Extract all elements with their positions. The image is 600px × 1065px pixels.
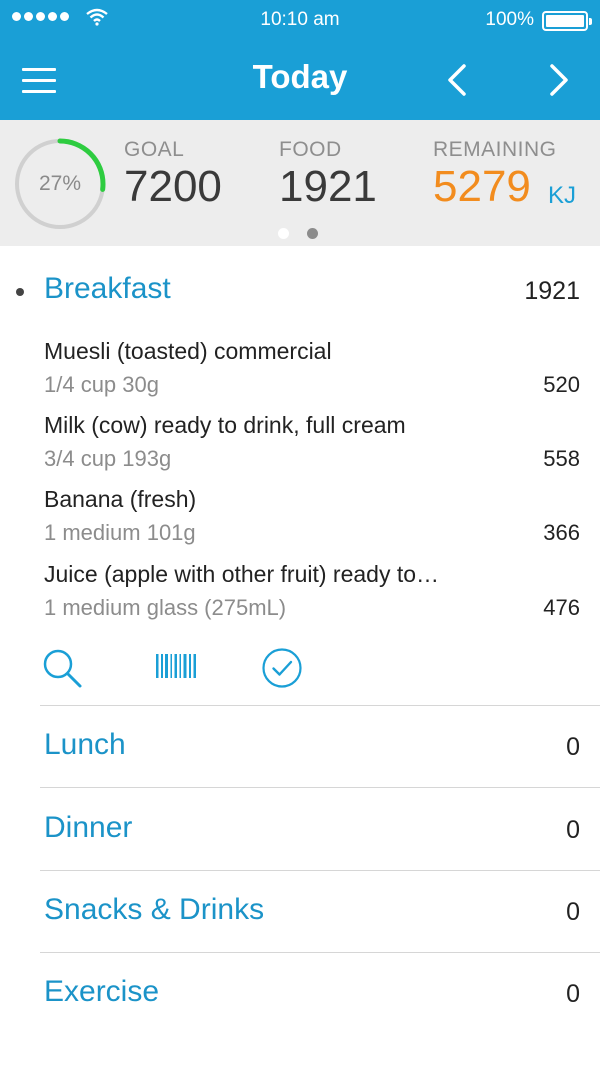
food-quantity: 1 medium glass (275mL) xyxy=(44,595,287,620)
food-name: Milk (cow) ready to drink, full cream xyxy=(44,412,406,438)
page-title: Today xyxy=(252,58,348,95)
meal-name: Breakfast xyxy=(44,272,171,305)
divider xyxy=(40,952,600,953)
meal-row-dinner[interactable]: Dinner 0 xyxy=(44,811,584,851)
food-quantity: 3/4 cup 193g xyxy=(44,446,172,471)
meal-row-exercise[interactable]: Exercise 0 xyxy=(44,975,584,1015)
meal-name: Lunch xyxy=(44,728,126,761)
food-quantity: 1/4 cup 30g xyxy=(44,372,159,397)
remaining-label: REMAINING xyxy=(433,138,557,161)
checkmark-circle-icon[interactable] xyxy=(260,646,304,690)
search-icon[interactable] xyxy=(40,646,84,690)
meal-total: 0 xyxy=(566,733,580,761)
food-label: FOOD xyxy=(279,138,342,161)
divider xyxy=(40,870,600,871)
food-energy: 476 xyxy=(543,595,580,620)
page-indicator[interactable] xyxy=(278,228,318,239)
meal-name: Exercise xyxy=(44,975,160,1008)
page-dot-2[interactable] xyxy=(307,228,318,239)
meal-row-snacks-drinks[interactable]: Snacks & Drinks 0 xyxy=(44,893,584,933)
food-name: Muesli (toasted) commercial xyxy=(44,338,332,364)
expanded-bullet xyxy=(16,288,24,296)
food-energy: 558 xyxy=(543,446,580,471)
energy-unit: KJ xyxy=(548,182,577,209)
divider xyxy=(40,787,600,788)
food-name: Juice (apple with other fruit) ready to… xyxy=(44,561,440,587)
meal-total: 0 xyxy=(566,898,580,926)
chevron-left-icon[interactable] xyxy=(440,60,476,100)
header-bar: 10:10 am 100% Today xyxy=(0,0,600,120)
food-item[interactable]: Milk (cow) ready to drink, full cream 3/… xyxy=(44,412,584,486)
battery-percent: 100% xyxy=(485,9,534,30)
meal-total: 0 xyxy=(566,816,580,844)
meal-name: Dinner xyxy=(44,811,133,844)
food-quantity: 1 medium 101g xyxy=(44,520,196,545)
food-energy: 520 xyxy=(543,372,580,397)
goal-label: GOAL xyxy=(124,138,185,161)
status-bar: 10:10 am 100% xyxy=(0,0,600,40)
barcode-icon[interactable] xyxy=(154,646,198,690)
food-item[interactable]: Juice (apple with other fruit) ready to…… xyxy=(44,561,584,635)
meal-header-breakfast[interactable]: Breakfast 1921 xyxy=(44,272,584,312)
food-item[interactable]: Muesli (toasted) commercial 1/4 cup 30g … xyxy=(44,338,584,412)
battery-icon xyxy=(542,11,592,31)
food-value: 1921 xyxy=(279,162,377,211)
food-name: Banana (fresh) xyxy=(44,486,197,512)
meal-total: 1921 xyxy=(524,277,580,305)
food-energy: 366 xyxy=(543,520,580,545)
remaining-value: 5279 xyxy=(433,162,531,211)
meal-row-lunch[interactable]: Lunch 0 xyxy=(44,728,584,768)
food-item[interactable]: Banana (fresh) 1 medium 101g 366 xyxy=(44,486,584,560)
divider xyxy=(40,705,600,706)
chevron-right-icon[interactable] xyxy=(540,60,576,100)
page-dot-1[interactable] xyxy=(278,228,289,239)
progress-percent: 27% xyxy=(38,172,82,195)
hamburger-menu-icon[interactable] xyxy=(22,68,58,94)
navigation-bar: Today xyxy=(0,40,600,120)
daily-summary[interactable]: 27% GOAL 7200 FOOD 1921 REMAINING 5279 K… xyxy=(0,120,600,246)
meal-name: Snacks & Drinks xyxy=(44,893,265,926)
meal-total: 0 xyxy=(566,980,580,1008)
goal-value: 7200 xyxy=(124,162,222,211)
